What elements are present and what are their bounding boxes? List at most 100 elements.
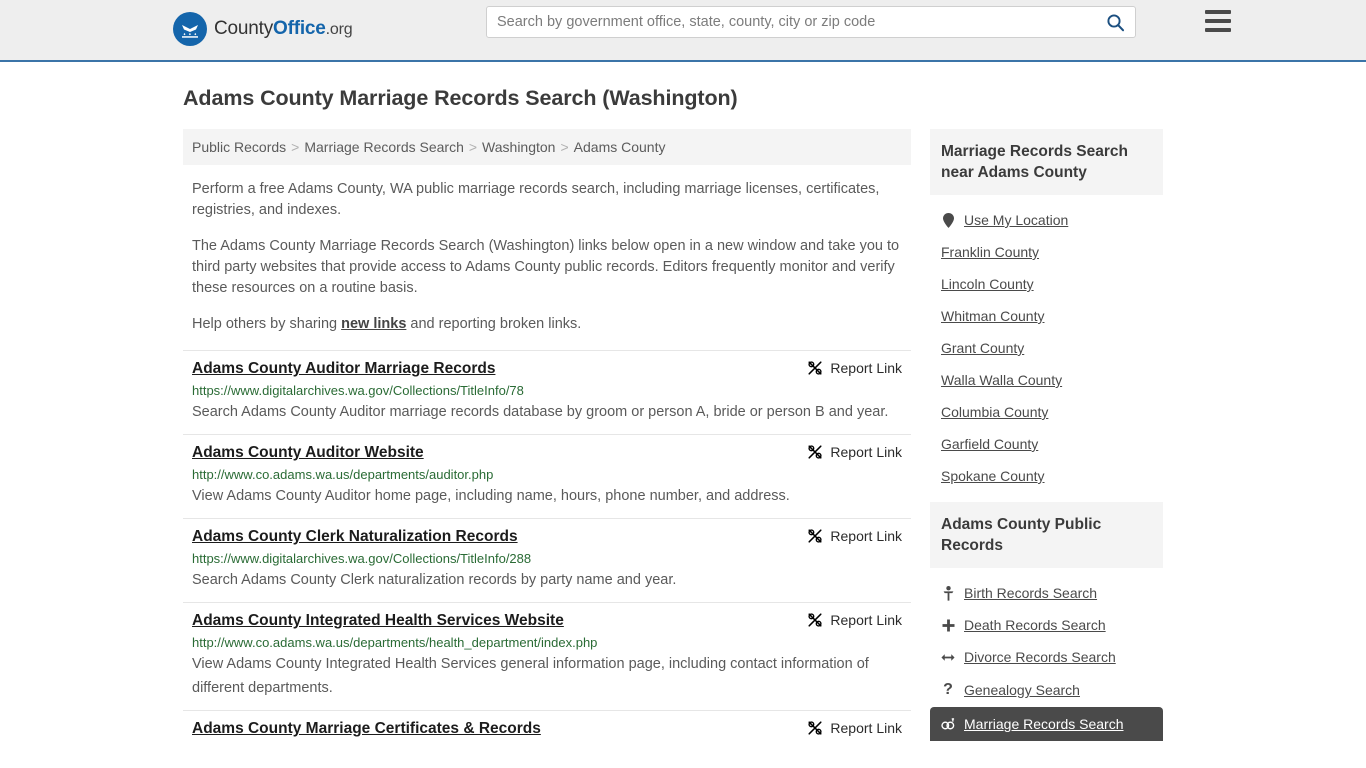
sidebar-item-whitman-county[interactable]: Whitman County bbox=[930, 300, 1163, 332]
breadcrumb-item-washington[interactable]: Washington bbox=[482, 139, 555, 155]
sidebar-link-label[interactable]: Spokane County bbox=[941, 468, 1045, 484]
report-link-button[interactable]: Report Link bbox=[793, 444, 902, 460]
sidebar-item-lincoln-county[interactable]: Lincoln County bbox=[930, 268, 1163, 300]
result-item: Adams County Clerk Naturalization Record… bbox=[183, 518, 911, 602]
result-title-link[interactable]: Adams County Integrated Health Services … bbox=[192, 612, 564, 630]
sidebar-link-label[interactable]: Use My Location bbox=[964, 212, 1068, 228]
site-logo[interactable]: CountyOffice.org bbox=[173, 12, 353, 46]
logo-suffix: .org bbox=[325, 21, 353, 38]
report-link-button[interactable]: Report Link bbox=[793, 528, 902, 544]
report-link-label: Report Link bbox=[830, 444, 902, 460]
result-url: https://www.digitalarchives.wa.gov/Colle… bbox=[192, 551, 532, 566]
report-link-label: Report Link bbox=[830, 612, 902, 628]
sidebar-item-franklin-county[interactable]: Franklin County bbox=[930, 236, 1163, 268]
report-link-label: Report Link bbox=[830, 528, 902, 544]
result-title-link[interactable]: Adams County Clerk Naturalization Record… bbox=[192, 528, 518, 546]
sidebar-link-label[interactable]: Walla Walla County bbox=[941, 372, 1062, 388]
page-container: Adams County Marriage Records Search (Wa… bbox=[183, 62, 1183, 751]
sidebar-link-label[interactable]: Birth Records Search bbox=[964, 585, 1097, 601]
result-description: View Adams County Integrated Health Serv… bbox=[192, 656, 869, 696]
report-link-button[interactable]: Report Link bbox=[793, 360, 902, 376]
sidebar-card-nearby: Marriage Records Search near Adams Count… bbox=[930, 129, 1163, 492]
sidebar-card-public-records: Adams County Public Records Birth Record… bbox=[930, 502, 1163, 741]
new-links-link[interactable]: new links bbox=[341, 316, 406, 332]
broken-link-icon bbox=[808, 613, 823, 627]
sidebar-item-walla-walla-county[interactable]: Walla Walla County bbox=[930, 364, 1163, 396]
breadcrumb-item-marriage-records-search[interactable]: Marriage Records Search bbox=[304, 139, 464, 155]
sidebar-item-genealogy-search[interactable]: ? Genealogy Search bbox=[930, 673, 1163, 707]
result-description: View Adams County Auditor home page, inc… bbox=[192, 488, 790, 504]
hamburger-bar bbox=[1205, 28, 1231, 32]
result-item: Adams County Auditor Website Report Link… bbox=[183, 434, 911, 518]
sidebar-link-label[interactable]: Genealogy Search bbox=[964, 682, 1080, 698]
sidebar-item-marriage-records-search[interactable]: Marriage Records Search bbox=[930, 707, 1163, 741]
result-description: Search Adams County Auditor marriage rec… bbox=[192, 404, 889, 420]
intro-text: Perform a free Adams County, WA public m… bbox=[183, 179, 911, 335]
intro-paragraph-3: Help others by sharing new links and rep… bbox=[183, 314, 911, 335]
logo-primary: County bbox=[214, 18, 274, 39]
county-office-logo-icon bbox=[173, 12, 207, 46]
logo-accent: Office bbox=[273, 18, 326, 39]
sidebar-heading-public-records: Adams County Public Records bbox=[930, 502, 1163, 568]
sidebar-link-label[interactable]: Franklin County bbox=[941, 244, 1039, 260]
result-item: Adams County Auditor Marriage Records Re… bbox=[183, 350, 911, 434]
intro-p3-before: Help others by sharing bbox=[192, 316, 342, 332]
hamburger-bar bbox=[1205, 10, 1231, 14]
sidebar-heading-nearby: Marriage Records Search near Adams Count… bbox=[930, 129, 1163, 195]
search-button[interactable] bbox=[1095, 7, 1135, 37]
breadcrumb: Public Records > Marriage Records Search > W… bbox=[183, 129, 911, 165]
sidebar: Marriage Records Search near Adams Count… bbox=[930, 129, 1163, 751]
report-link-label: Report Link bbox=[830, 360, 902, 376]
sidebar-item-spokane-county[interactable]: Spokane County bbox=[930, 460, 1163, 492]
sidebar-item-birth-records-search[interactable]: Birth Records Search bbox=[930, 577, 1163, 609]
result-title-link[interactable]: Adams County Marriage Certificates & Rec… bbox=[192, 720, 541, 738]
search-input[interactable] bbox=[487, 7, 1095, 37]
broken-link-icon bbox=[808, 361, 823, 375]
report-link-button[interactable]: Report Link bbox=[793, 720, 902, 736]
sidebar-link-label[interactable]: Grant County bbox=[941, 340, 1024, 356]
intro-paragraph-2: The Adams County Marriage Records Search… bbox=[192, 238, 900, 296]
sidebar-item-garfield-county[interactable]: Garfield County bbox=[930, 428, 1163, 460]
result-item: Adams County Marriage Certificates & Rec… bbox=[183, 710, 911, 748]
result-item: Adams County Integrated Health Services … bbox=[183, 602, 911, 710]
broken-link-icon bbox=[808, 721, 823, 735]
sidebar-item-use-my-location[interactable]: Use My Location bbox=[930, 204, 1163, 236]
sidebar-item-grant-county[interactable]: Grant County bbox=[930, 332, 1163, 364]
sidebar-item-divorce-records-search[interactable]: Divorce Records Search bbox=[930, 641, 1163, 673]
left-right-arrow-icon bbox=[941, 652, 955, 663]
search-bar[interactable] bbox=[486, 6, 1136, 38]
question-mark-icon: ? bbox=[943, 681, 953, 698]
search-icon bbox=[1106, 13, 1124, 31]
main-content: Public Records > Marriage Records Search > W… bbox=[183, 129, 911, 748]
broken-link-icon bbox=[808, 445, 823, 459]
page-title: Adams County Marriage Records Search (Wa… bbox=[183, 86, 738, 110]
report-link-button[interactable]: Report Link bbox=[793, 612, 902, 628]
report-link-label: Report Link bbox=[830, 720, 902, 736]
broken-link-icon bbox=[808, 529, 823, 543]
sidebar-link-label[interactable]: Garfield County bbox=[941, 436, 1038, 452]
result-title-link[interactable]: Adams County Auditor Website bbox=[192, 444, 424, 462]
sidebar-link-label[interactable]: Lincoln County bbox=[941, 276, 1034, 292]
result-url: http://www.co.adams.wa.us/departments/he… bbox=[192, 635, 598, 650]
sidebar-item-columbia-county[interactable]: Columbia County bbox=[930, 396, 1163, 428]
sidebar-item-death-records-search[interactable]: Death Records Search bbox=[930, 609, 1163, 641]
breadcrumb-separator: > bbox=[560, 139, 569, 155]
rings-icon bbox=[941, 718, 955, 730]
result-title-link[interactable]: Adams County Auditor Marriage Records bbox=[192, 360, 495, 378]
sidebar-link-label[interactable]: Whitman County bbox=[941, 308, 1044, 324]
cross-icon bbox=[941, 619, 955, 632]
result-url: https://www.digitalarchives.wa.gov/Colle… bbox=[192, 383, 524, 398]
site-logo-text: CountyOffice.org bbox=[214, 18, 353, 40]
result-url: http://www.co.adams.wa.us/departments/au… bbox=[192, 467, 494, 482]
sidebar-link-label[interactable]: Columbia County bbox=[941, 404, 1048, 420]
sidebar-link-label[interactable]: Divorce Records Search bbox=[964, 649, 1116, 665]
breadcrumb-separator: > bbox=[468, 139, 478, 155]
breadcrumb-separator: > bbox=[291, 139, 300, 155]
hamburger-menu-icon[interactable] bbox=[1205, 10, 1231, 32]
breadcrumb-item-public-records[interactable]: Public Records bbox=[192, 139, 286, 155]
sidebar-link-label[interactable]: Marriage Records Search bbox=[964, 716, 1124, 732]
breadcrumb-item-adams-county[interactable]: Adams County bbox=[574, 139, 666, 155]
sidebar-link-label[interactable]: Death Records Search bbox=[964, 617, 1106, 633]
hamburger-bar bbox=[1205, 19, 1231, 23]
intro-p3-after: and reporting broken links. bbox=[406, 316, 582, 332]
